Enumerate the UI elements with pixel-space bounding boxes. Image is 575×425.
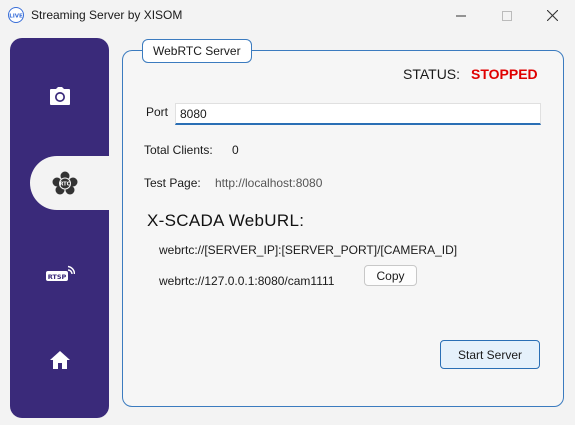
status-badge: STOPPED bbox=[471, 66, 538, 82]
sidebar-item-camera[interactable] bbox=[10, 68, 109, 124]
panel-legend: WebRTC Server bbox=[142, 39, 252, 63]
rtsp-icon: RTSP bbox=[45, 265, 75, 281]
port-input[interactable] bbox=[175, 103, 541, 125]
url-template-text: webrtc://[SERVER_IP]:[SERVER_PORT]/[CAME… bbox=[159, 243, 458, 257]
camera-icon bbox=[49, 87, 70, 105]
maximize-icon bbox=[502, 10, 512, 21]
sidebar-item-webrtc[interactable]: RTC bbox=[30, 156, 122, 210]
url-example-text: webrtc://127.0.0.1:8080/cam1111 bbox=[159, 274, 335, 288]
sidebar-item-home[interactable] bbox=[10, 332, 109, 388]
title-bar: LIVE Streaming Server by XISOM bbox=[0, 0, 575, 31]
svg-text:LIVE: LIVE bbox=[9, 14, 23, 20]
test-page-url: http://localhost:8080 bbox=[215, 176, 323, 190]
close-button[interactable] bbox=[529, 0, 575, 31]
weburl-heading: X-SCADA WebURL: bbox=[147, 211, 305, 230]
window-title: Streaming Server by XISOM bbox=[31, 8, 183, 22]
test-page-label: Test Page: bbox=[144, 176, 201, 190]
sidebar-item-rtsp[interactable]: RTSP bbox=[10, 246, 109, 302]
sidebar: RTC RTSP bbox=[10, 38, 122, 418]
total-clients-label: Total Clients: bbox=[144, 143, 213, 157]
total-clients-value: 0 bbox=[232, 143, 239, 157]
svg-text:RTSP: RTSP bbox=[47, 273, 66, 281]
minimize-icon bbox=[456, 15, 466, 16]
start-server-button[interactable]: Start Server bbox=[440, 340, 540, 369]
webrtc-icon: RTC bbox=[52, 171, 78, 195]
home-icon bbox=[49, 351, 70, 369]
status-label: STATUS: bbox=[403, 66, 461, 82]
close-icon bbox=[546, 10, 558, 21]
live-app-icon: LIVE bbox=[8, 7, 24, 23]
minimize-button[interactable] bbox=[438, 0, 484, 31]
svg-text:RTC: RTC bbox=[60, 182, 71, 188]
port-label: Port bbox=[146, 105, 169, 119]
maximize-button[interactable] bbox=[484, 0, 530, 31]
copy-button[interactable]: Copy bbox=[364, 265, 417, 286]
